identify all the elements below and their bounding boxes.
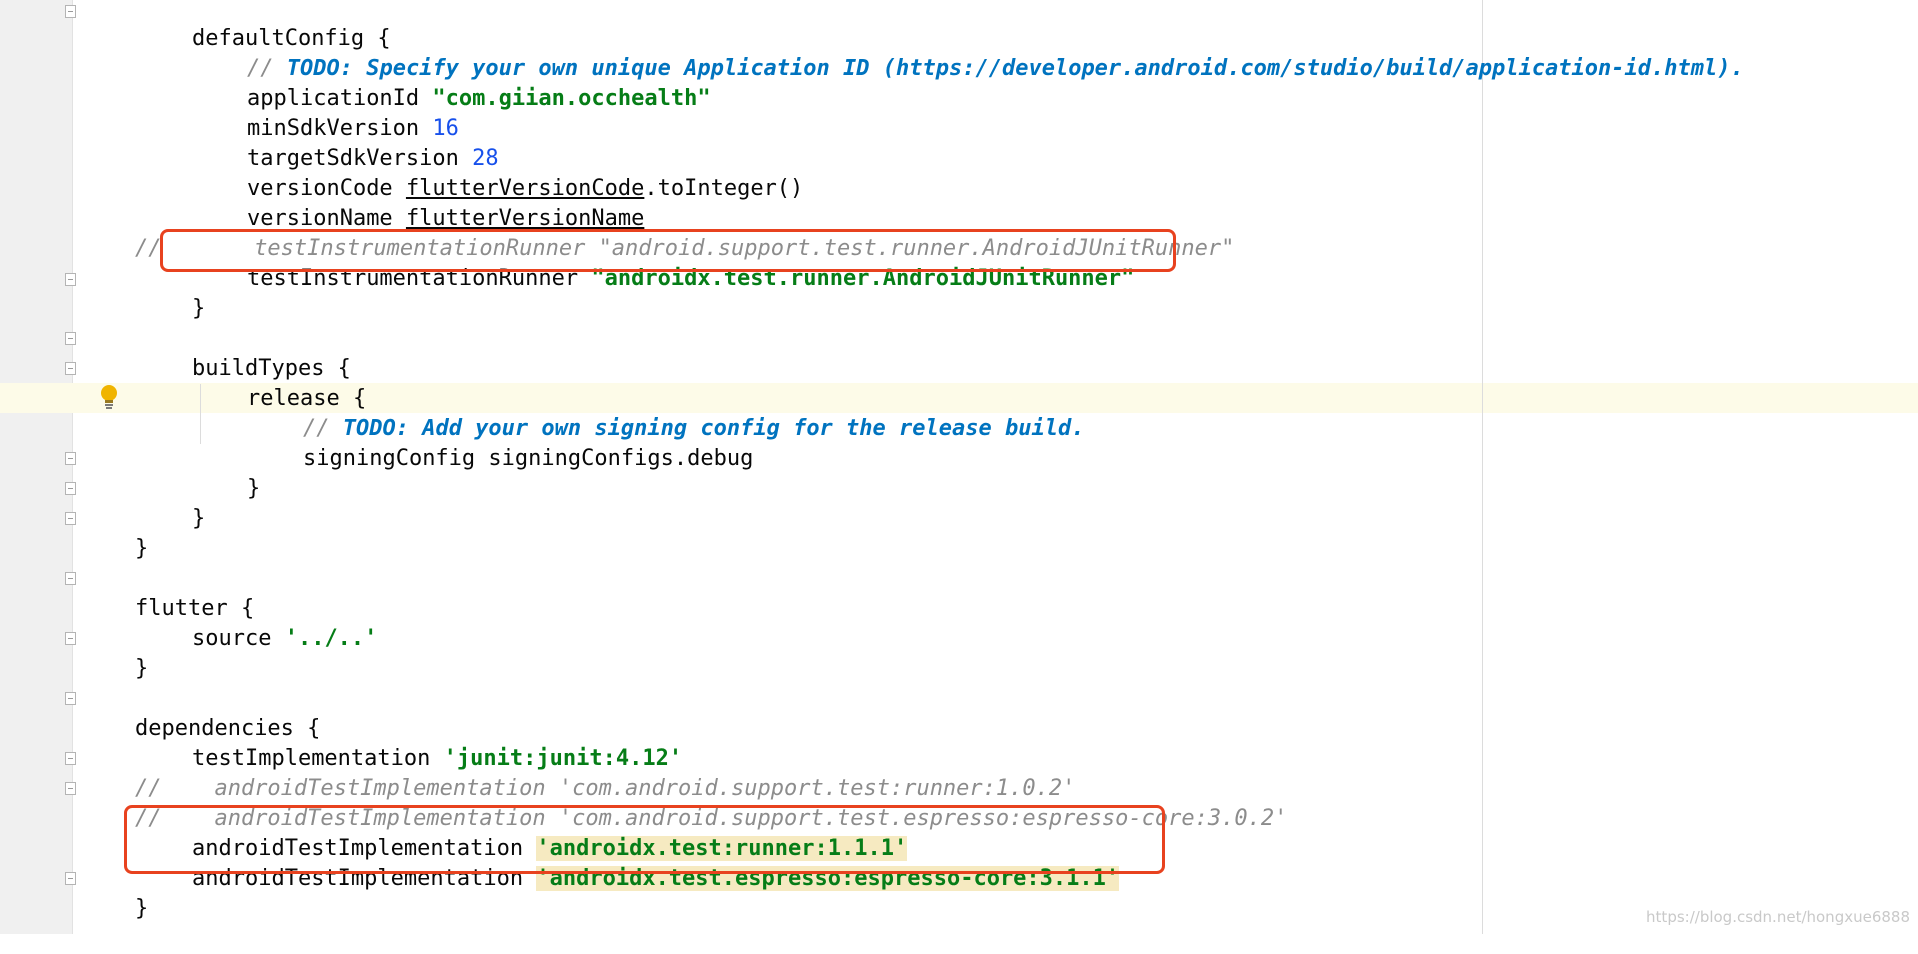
code-text: signingConfig signingConfigs.debug <box>302 446 754 471</box>
code-line: versionCode flutterVersionCode.toInteger… <box>194 144 803 201</box>
code-line: source '../..' <box>139 594 377 651</box>
fold-icon[interactable] <box>65 482 76 495</box>
code-text: .toInteger() <box>644 176 804 201</box>
code-line: flutter { <box>82 564 254 621</box>
fold-icon[interactable] <box>65 332 76 345</box>
intention-bulb-icon[interactable] <box>100 383 118 411</box>
code-line: versionName flutterVersionName <box>194 174 644 231</box>
code-line: // androidTestImplementation 'com.androi… <box>82 744 1075 801</box>
code-line: // androidTestImplementation 'com.androi… <box>82 774 1287 831</box>
fold-icon[interactable] <box>65 5 76 18</box>
fold-icon[interactable] <box>65 273 76 286</box>
fold-icon[interactable] <box>65 572 76 585</box>
code-line: buildTypes { <box>139 324 351 381</box>
string-literal: '../..' <box>284 626 378 651</box>
fold-icon[interactable] <box>65 752 76 765</box>
watermark: https://blog.csdn.net/hongxue6888 <box>1646 908 1910 926</box>
code-line: applicationId "com.giian.occhealth" <box>194 54 711 111</box>
code-line: testImplementation 'junit:junit:4.12' <box>139 714 682 771</box>
code-text: } <box>134 896 149 921</box>
code-line: } <box>139 474 205 531</box>
fold-icon[interactable] <box>65 872 76 885</box>
code-line: } <box>194 444 260 501</box>
code-line: minSdkVersion 16 <box>194 84 459 141</box>
code-line: defaultConfig { <box>139 0 391 51</box>
code-text: } <box>246 476 261 501</box>
code-text: } <box>134 536 149 561</box>
code-text: } <box>191 296 206 321</box>
fold-icon[interactable] <box>65 452 76 465</box>
code-line: // TODO: Add your own signing config for… <box>250 384 1084 441</box>
string-literal: "com.giian.occhealth" <box>432 86 711 111</box>
code-line: targetSdkVersion 28 <box>194 114 499 171</box>
code-line: // TODO: Specify your own unique Applica… <box>194 24 1744 81</box>
code-text: } <box>134 656 149 681</box>
fold-icon[interactable] <box>65 692 76 705</box>
code-line: dependencies { <box>82 684 320 741</box>
code-line: } <box>82 624 148 681</box>
code-key: source <box>191 626 285 651</box>
right-margin-guide <box>1482 0 1483 934</box>
annotation-box-runner <box>160 229 1176 272</box>
annotation-box-dependencies <box>124 805 1165 874</box>
code-text: } <box>191 506 206 531</box>
editor-gutter <box>0 0 72 934</box>
code-line: signingConfig signingConfigs.debug <box>250 414 753 471</box>
fold-icon[interactable] <box>65 512 76 525</box>
code-line: release { <box>194 354 366 411</box>
code-line: } <box>82 504 148 561</box>
fold-icon[interactable] <box>65 782 76 795</box>
fold-icon[interactable] <box>65 632 76 645</box>
fold-icon[interactable] <box>65 362 76 375</box>
